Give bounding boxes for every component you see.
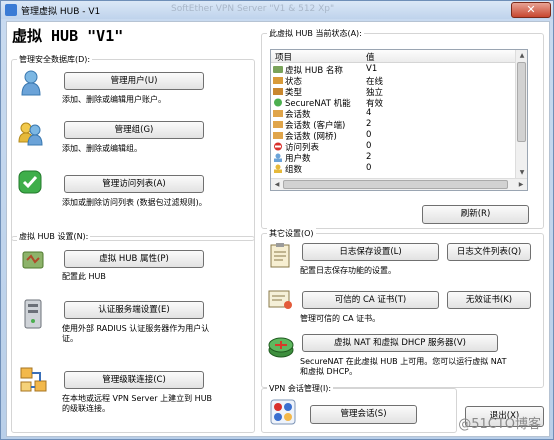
hscroll-thumb[interactable] <box>283 180 508 189</box>
type-icon <box>273 88 283 95</box>
scroll-down-icon[interactable]: ▼ <box>517 168 527 178</box>
access-list-icon <box>274 142 282 151</box>
virtual-nat-dhcp-button[interactable]: 虚拟 NAT 和虚拟 DHCP 服务器(V) <box>302 334 498 352</box>
cascade-icon <box>20 367 48 393</box>
table-row[interactable]: 会话数 (客户端) 2 <box>271 119 517 131</box>
hub-properties-desc: 配置此 HUB <box>62 272 106 281</box>
hub-properties-icon <box>22 249 44 271</box>
certificate-icon <box>268 289 294 311</box>
log-file-list-button[interactable]: 日志文件列表(Q) <box>447 243 531 261</box>
group-count-icon <box>274 164 282 173</box>
table-row[interactable]: 类型 独立 <box>271 86 517 98</box>
background-window-title: SoftEther VPN Server "V1 & 512 Xp" <box>171 4 335 14</box>
row-value: 0 <box>366 130 372 140</box>
table-row[interactable]: 状态 在线 <box>271 75 517 87</box>
security-group: 管理安全数据库(D): 管理用户(U) 添加、删除或编辑用户账户。 管理组(G)… <box>11 54 255 241</box>
session-group: VPN 会话管理(I): 管理会话(S) <box>261 383 457 433</box>
watermark: @51CTO博客 <box>458 417 541 432</box>
app-icon <box>5 4 17 16</box>
auth-server-settings-button[interactable]: 认证服务端设置(E) <box>64 301 204 319</box>
scroll-up-icon[interactable]: ▲ <box>517 51 527 61</box>
table-row[interactable]: 访问列表 0 <box>271 141 517 153</box>
table-row[interactable]: 会话数 (网桥) 0 <box>271 130 517 142</box>
hub-manager-window: 管理虚拟 HUB - V1 SoftEther VPN Server "V1 &… <box>0 0 554 440</box>
log-icon <box>270 242 290 268</box>
security-group-label: 管理安全数据库(D): <box>17 54 93 65</box>
status-group: 此虚拟 HUB 当前状态(A): 项目 值 虚拟 HUB 名称 V1 状态 在线 <box>261 28 544 229</box>
status-group-label: 此虚拟 HUB 当前状态(A): <box>267 28 364 39</box>
invalid-cert-button[interactable]: 无效证书(K) <box>447 291 531 309</box>
row-value: 2 <box>366 119 372 129</box>
other-settings-group-label: 其它设置(O) <box>267 228 316 239</box>
manage-acl-desc: 添加或删除访问列表 (数据包过滤规则)。 <box>62 198 207 207</box>
user-count-icon <box>274 153 282 162</box>
session-icon <box>273 132 283 139</box>
manage-sessions-button[interactable]: 管理会话(S) <box>310 405 417 424</box>
table-row[interactable]: 组数 0 <box>271 163 517 175</box>
horizontal-scrollbar[interactable]: ◀ ▶ <box>271 178 527 190</box>
trusted-ca-button[interactable]: 可信的 CA 证书(T) <box>302 291 439 309</box>
table-row[interactable]: SecureNAT 机能 有效 <box>271 97 517 109</box>
row-value: 0 <box>366 163 372 173</box>
close-button[interactable]: ✕ <box>511 2 551 18</box>
checkmark-icon <box>18 170 42 194</box>
row-value: 2 <box>366 152 372 162</box>
group-icon <box>18 120 44 146</box>
client-area: 虚拟 HUB "V1" 管理安全数据库(D): 管理用户(U) 添加、删除或编辑… <box>6 21 550 437</box>
sessions-icon <box>270 399 296 425</box>
cascade-desc-line2: 的级联连接。 <box>62 404 110 413</box>
hub-settings-group: 虚拟 HUB 设置(N): 虚拟 HUB 属性(P) 配置此 HUB 认证服务端… <box>11 231 255 433</box>
hub-icon <box>273 66 283 73</box>
session-icon <box>273 110 283 117</box>
log-settings-button[interactable]: 日志保存设置(L) <box>302 243 439 261</box>
manage-users-desc: 添加、删除或编辑用户账户。 <box>62 95 166 104</box>
server-icon <box>24 299 42 329</box>
router-icon <box>268 333 294 359</box>
auth-server-desc-line2: 证。 <box>62 334 78 343</box>
row-value: V1 <box>366 64 378 74</box>
column-value[interactable]: 值 <box>366 51 375 63</box>
nat-desc-line2: 和虚拟 DHCP。 <box>300 367 358 376</box>
scroll-thumb[interactable] <box>517 62 526 142</box>
table-row[interactable]: 会话数 4 <box>271 108 517 120</box>
vertical-scrollbar[interactable]: ▲ ▼ <box>515 50 527 179</box>
row-value: 4 <box>366 108 372 118</box>
refresh-button[interactable]: 刷新(R) <box>422 205 529 224</box>
window-title: 管理虚拟 HUB - V1 <box>21 7 101 17</box>
hub-settings-group-label: 虚拟 HUB 设置(N): <box>17 231 91 242</box>
log-settings-desc: 配置日志保存功能的设置。 <box>300 266 396 275</box>
manage-groups-desc: 添加、删除或编辑组。 <box>62 144 142 153</box>
hub-properties-button[interactable]: 虚拟 HUB 属性(P) <box>64 250 204 268</box>
column-item[interactable]: 项目 <box>275 51 292 63</box>
status-table-header: 项目 值 <box>271 50 517 63</box>
manage-groups-button[interactable]: 管理组(G) <box>64 121 204 139</box>
user-icon <box>20 70 42 96</box>
table-row[interactable]: 用户数 2 <box>271 152 517 164</box>
auth-server-desc-line1: 使用外部 RADIUS 认证服务器作为用户认 <box>62 324 210 333</box>
session-group-label: VPN 会话管理(I): <box>267 383 334 394</box>
other-settings-group: 其它设置(O) 日志保存设置(L) 日志文件列表(Q) 配置日志保存功能的设置。… <box>261 228 544 388</box>
status-table[interactable]: 项目 值 虚拟 HUB 名称 V1 状态 在线 类型 独立 SecureNAT … <box>270 49 528 191</box>
row-value: 0 <box>366 141 372 151</box>
manage-users-button[interactable]: 管理用户(U) <box>64 72 204 90</box>
manage-acl-button[interactable]: 管理访问列表(A) <box>64 175 204 193</box>
trusted-ca-desc: 管理可信的 CA 证书。 <box>300 314 381 323</box>
hub-title: 虚拟 HUB "V1" <box>12 27 124 45</box>
scroll-right-icon[interactable]: ▶ <box>516 180 526 190</box>
session-icon <box>273 121 283 128</box>
row-name: 组数 <box>285 165 303 175</box>
scroll-left-icon[interactable]: ◀ <box>272 180 282 190</box>
status-icon <box>273 77 283 84</box>
title-bar: 管理虚拟 HUB - V1 SoftEther VPN Server "V1 &… <box>1 1 553 19</box>
table-row[interactable]: 虚拟 HUB 名称 V1 <box>271 64 517 76</box>
securenat-icon <box>274 98 282 107</box>
manage-cascade-button[interactable]: 管理级联连接(C) <box>64 371 204 389</box>
